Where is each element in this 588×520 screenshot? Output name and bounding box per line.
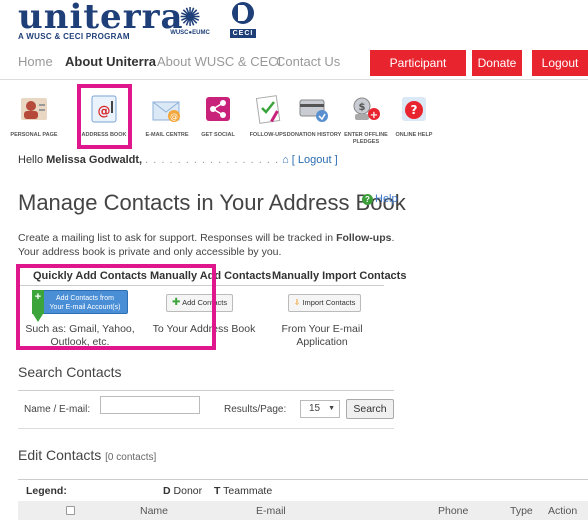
nav-contact-us[interactable]: Contact Us — [276, 54, 340, 69]
tool-online-help[interactable]: ? ONLINE HELP — [384, 84, 444, 139]
card-icon — [297, 92, 331, 126]
results-per-page-label: Results/Page: — [224, 404, 287, 415]
legend-donor: D Donor — [163, 485, 202, 497]
greeting-logout-link[interactable]: [ Logout ] — [292, 154, 338, 166]
tool-label: PERSONAL PAGE — [10, 132, 58, 138]
select-all-checkbox[interactable] — [66, 506, 75, 515]
question-icon: ? — [362, 194, 373, 205]
legend-label: Legend: — [26, 485, 67, 497]
nav-divider — [0, 79, 588, 80]
nav-home[interactable]: Home — [18, 54, 53, 69]
legend-donor-key: D — [163, 485, 171, 497]
svg-text:+: + — [370, 110, 378, 121]
results-per-page-value: 15 — [309, 403, 321, 414]
coins-add-icon: $ + — [349, 92, 383, 126]
person-icon — [17, 92, 51, 126]
description-follow-ups: Follow-ups — [336, 232, 392, 244]
page-description: Create a mailing list to ask for support… — [18, 231, 398, 259]
import-arrow-icon: ⇩ — [294, 298, 301, 307]
search-bottom-divider — [18, 428, 394, 429]
tool-donation-history[interactable]: DONATION HISTORY — [284, 84, 344, 139]
ceci-logo-text: CECI — [229, 29, 257, 38]
manual-import-description: From Your E-mail Application — [281, 323, 363, 348]
column-phone[interactable]: Phone — [438, 505, 468, 517]
greeting-dots: . . . . . . . . . . . . . . . . . — [145, 154, 280, 166]
svg-text:?: ? — [411, 103, 418, 117]
legend-row: Legend: D Donor T Teammate — [18, 479, 588, 497]
page-title: Manage Contacts in Your Address Book — [18, 190, 406, 215]
address-book-highlight — [77, 84, 132, 149]
logout-button[interactable]: Logout — [532, 50, 588, 76]
edit-contacts-label: Edit Contacts — [18, 447, 102, 463]
description-text-1: Create a mailing list to ask for support… — [18, 232, 337, 244]
help-icon: ? — [397, 92, 431, 126]
import-contacts-label: Import Contacts — [302, 298, 356, 307]
donate-button[interactable]: Donate — [472, 50, 522, 76]
search-contacts-title: Search Contacts — [18, 364, 122, 380]
manual-import-heading: Manually Import Contacts — [272, 270, 407, 282]
user-name: Melissa Godwaldt, — [46, 154, 143, 166]
name-email-label: Name / E-mail: — [24, 404, 91, 415]
home-icon[interactable]: ⌂ — [282, 154, 289, 166]
uniterra-logo-text: uniterra — [18, 0, 184, 37]
wusc-logo[interactable]: ✺ WUSC●EUMC — [170, 4, 210, 46]
wusc-star-icon: ✺ — [179, 2, 201, 32]
legend-teammate-key: T — [214, 485, 221, 497]
column-type[interactable]: Type — [510, 505, 533, 517]
wusc-logo-text: WUSC●EUMC — [170, 30, 210, 36]
edit-contacts-title: Edit Contacts [0 contacts] — [18, 447, 156, 463]
help-link[interactable]: ? Help — [362, 193, 398, 205]
contacts-table-header: Name E-mail Phone Type Action — [18, 501, 588, 520]
column-action: Action — [548, 505, 578, 517]
help-label: Help — [375, 193, 398, 205]
nav-about-uniterra[interactable]: About Uniterra — [65, 54, 156, 69]
search-form: Name / E-mail: Results/Page: 15 ▼ Search — [18, 396, 394, 422]
search-button[interactable]: Search — [346, 399, 394, 419]
column-name[interactable]: Name — [140, 505, 168, 517]
search-divider — [18, 390, 394, 391]
main-nav: Home About Uniterra About WUSC & CECI Co… — [0, 50, 588, 96]
email-icon: @ — [150, 92, 184, 126]
greeting: Hello Melissa Godwaldt, . . . . . . . . … — [18, 154, 338, 166]
logo-bar: uniterra A WUSC & CECI PROGRAM ✺ WUSC●EU… — [18, 0, 588, 48]
tool-personal-page[interactable]: PERSONAL PAGE — [4, 84, 64, 139]
legend-teammate-label: Teammate — [223, 485, 273, 497]
tool-label: DONATION HISTORY — [286, 132, 342, 138]
nav-about-wusc-ceci[interactable]: About WUSC & CECI — [157, 54, 281, 69]
quick-add-highlight — [16, 264, 216, 350]
chevron-down-icon: ▼ — [328, 405, 335, 412]
svg-text:@: @ — [170, 112, 178, 121]
contacts-count: [0 contacts] — [105, 452, 157, 463]
participant-centre-button[interactable]: Participant Centre — [370, 50, 466, 96]
column-email[interactable]: E-mail — [256, 505, 286, 517]
svg-text:$: $ — [359, 102, 366, 113]
legend-donor-label: Donor — [173, 485, 203, 497]
legend-teammate: T Teammate — [214, 485, 272, 497]
ceci-circle-icon — [232, 2, 254, 24]
name-email-input[interactable] — [100, 396, 200, 414]
ceci-logo[interactable]: CECI — [226, 2, 260, 46]
share-icon — [201, 92, 235, 126]
tool-label: ONLINE HELP — [395, 132, 433, 138]
checklist-icon — [251, 92, 285, 126]
results-per-page-select[interactable]: 15 ▼ — [300, 400, 340, 418]
uniterra-logo[interactable]: uniterra A WUSC & CECI PROGRAM — [18, 0, 184, 41]
greeting-prefix: Hello — [18, 154, 47, 166]
import-contacts-button[interactable]: ⇩ Import Contacts — [288, 294, 362, 312]
